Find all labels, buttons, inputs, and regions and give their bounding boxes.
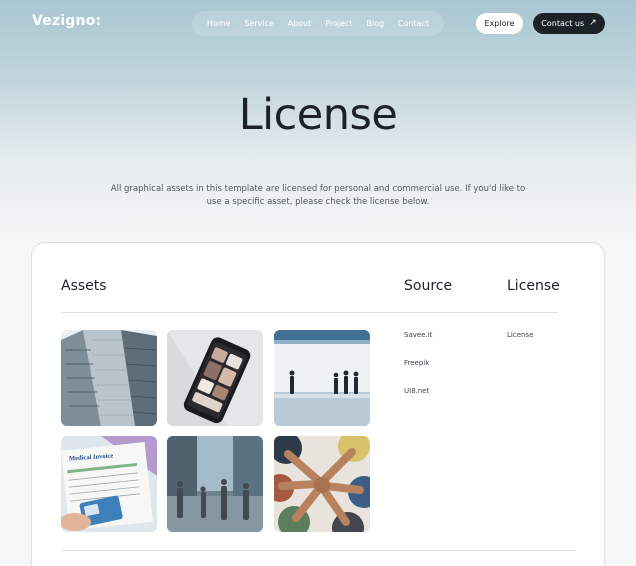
contact-us-button[interactable]: Contact us ↗ xyxy=(533,13,605,34)
source-header: Source xyxy=(404,278,453,294)
page-description: All graphical assets in this template ar… xyxy=(110,184,526,207)
nav-contact[interactable]: Contact xyxy=(398,19,429,28)
license-header: License xyxy=(507,278,560,294)
table-bottom-divider xyxy=(61,550,576,551)
contact-label: Contact us xyxy=(541,19,585,28)
team-hands-photo xyxy=(274,436,370,532)
source-link-ui8[interactable]: UI8.net xyxy=(404,387,429,395)
phone-app-photo xyxy=(167,330,263,426)
nav-home[interactable]: Home xyxy=(207,19,231,28)
page-title: License xyxy=(238,90,398,140)
main-nav: Home Service About Project Blog Contact xyxy=(192,11,444,36)
source-link-savee[interactable]: Savee.it xyxy=(404,331,432,339)
walking-people-photo xyxy=(274,330,370,426)
medical-invoice-photo: Medical Invoice xyxy=(61,436,157,532)
arrow-up-right-icon: ↗ xyxy=(589,18,597,28)
explore-button[interactable]: Explore xyxy=(476,13,523,34)
skyscraper-photo xyxy=(61,330,157,426)
city-crowd-photo xyxy=(167,436,263,532)
nav-blog[interactable]: Blog xyxy=(366,19,384,28)
explore-label: Explore xyxy=(484,19,515,28)
license-link[interactable]: License xyxy=(507,331,533,339)
logo[interactable]: Vezigno: xyxy=(32,13,101,29)
table-divider xyxy=(61,312,558,313)
assets-header: Assets xyxy=(61,278,107,294)
nav-about[interactable]: About xyxy=(288,19,312,28)
source-link-freepik[interactable]: Freepik xyxy=(404,359,429,367)
nav-service[interactable]: Service xyxy=(244,19,274,28)
nav-project[interactable]: Project xyxy=(325,19,352,28)
